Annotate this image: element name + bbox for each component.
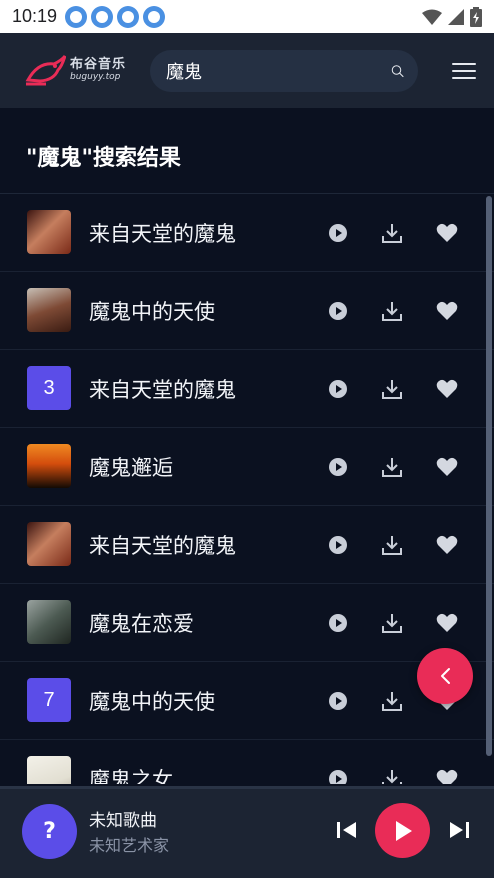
play-circle-icon[interactable]: [326, 221, 350, 245]
heart-icon[interactable]: [435, 533, 459, 557]
song-title: 魔鬼之女: [89, 768, 173, 784]
heart-icon[interactable]: [435, 767, 459, 784]
play-circle-icon[interactable]: [326, 299, 350, 323]
song-cover-number: 7: [27, 678, 71, 722]
status-bar: 10:19: [0, 0, 494, 33]
play-circle-icon[interactable]: [326, 611, 350, 635]
song-title: 魔鬼邂逅: [89, 456, 173, 480]
song-cover: [27, 600, 71, 644]
play-circle-icon[interactable]: [326, 455, 350, 479]
heart-icon[interactable]: [435, 611, 459, 635]
logo-url: buguyy.top: [70, 71, 121, 82]
song-cover: [27, 210, 71, 254]
song-list[interactable]: 来自天堂的魔鬼 魔鬼中的天使 3 来自天堂的魔鬼 魔鬼邂逅 来自天堂的魔鬼 魔鬼…: [0, 194, 494, 784]
app-logo[interactable]: 布谷音乐 buguyy.top: [24, 54, 144, 88]
song-row[interactable]: 魔鬼在恋爱: [0, 584, 494, 662]
battery-icon: [470, 6, 482, 27]
song-title: 魔鬼中的天使: [89, 300, 215, 324]
song-title: 魔鬼在恋爱: [89, 612, 194, 636]
song-title: 来自天堂的魔鬼: [89, 222, 236, 246]
song-row[interactable]: 魔鬼邂逅: [0, 428, 494, 506]
download-icon[interactable]: [380, 455, 404, 479]
heart-icon[interactable]: [435, 455, 459, 479]
song-title: 来自天堂的魔鬼: [89, 534, 236, 558]
song-cover: [27, 756, 71, 784]
notification-app-icon: [91, 5, 114, 28]
download-icon[interactable]: [380, 767, 404, 784]
cell-signal-icon: [448, 8, 464, 25]
back-button[interactable]: [417, 648, 473, 704]
song-cover: [27, 444, 71, 488]
play-circle-icon[interactable]: [326, 689, 350, 713]
song-row[interactable]: 来自天堂的魔鬼: [0, 194, 494, 272]
search-input[interactable]: [166, 60, 391, 81]
heart-icon[interactable]: [435, 299, 459, 323]
skip-previous-icon[interactable]: [335, 818, 359, 842]
results-title: "魔鬼"搜索结果: [26, 146, 181, 171]
song-cover: [27, 288, 71, 332]
song-row[interactable]: 来自天堂的魔鬼: [0, 506, 494, 584]
player-bar: ? 未知歌曲 未知艺术家: [0, 786, 494, 878]
download-icon[interactable]: [380, 377, 404, 401]
player-title: 未知歌曲: [89, 811, 157, 831]
play-circle-icon[interactable]: [326, 767, 350, 784]
song-title: 魔鬼中的天使: [89, 690, 215, 714]
play-circle-icon[interactable]: [326, 377, 350, 401]
notification-app-icon: [117, 5, 140, 28]
song-cover-number: 3: [27, 366, 71, 410]
logo-name: 布谷音乐: [70, 57, 127, 73]
song-row[interactable]: 3 来自天堂的魔鬼: [0, 350, 494, 428]
play-button[interactable]: [375, 803, 430, 858]
notification-app-icon: [143, 5, 166, 28]
wifi-icon: [422, 9, 442, 25]
heart-icon[interactable]: [435, 377, 459, 401]
download-icon[interactable]: [380, 533, 404, 557]
song-title: 来自天堂的魔鬼: [89, 378, 236, 402]
search-box[interactable]: [150, 49, 418, 92]
play-icon: [395, 820, 412, 841]
menu-icon[interactable]: [452, 61, 476, 81]
notification-app-icon: [65, 5, 88, 28]
status-time: 10:19: [12, 6, 58, 26]
bird-logo-icon: [25, 54, 66, 85]
download-icon[interactable]: [380, 221, 404, 245]
download-icon[interactable]: [380, 689, 404, 713]
notification-icons: [65, 5, 166, 28]
player-cover[interactable]: ?: [22, 804, 77, 859]
search-icon[interactable]: [391, 58, 404, 84]
app-header: 布谷音乐 buguyy.top: [0, 33, 494, 108]
song-row[interactable]: 魔鬼之女: [0, 740, 494, 784]
chevron-left-icon: [441, 668, 450, 684]
player-artist: 未知艺术家: [89, 836, 170, 855]
song-cover: [27, 522, 71, 566]
heart-icon[interactable]: [435, 221, 459, 245]
song-row[interactable]: 魔鬼中的天使: [0, 272, 494, 350]
play-circle-icon[interactable]: [326, 533, 350, 557]
skip-next-icon[interactable]: [447, 818, 471, 842]
download-icon[interactable]: [380, 299, 404, 323]
scrollbar[interactable]: [486, 196, 492, 756]
download-icon[interactable]: [380, 611, 404, 635]
